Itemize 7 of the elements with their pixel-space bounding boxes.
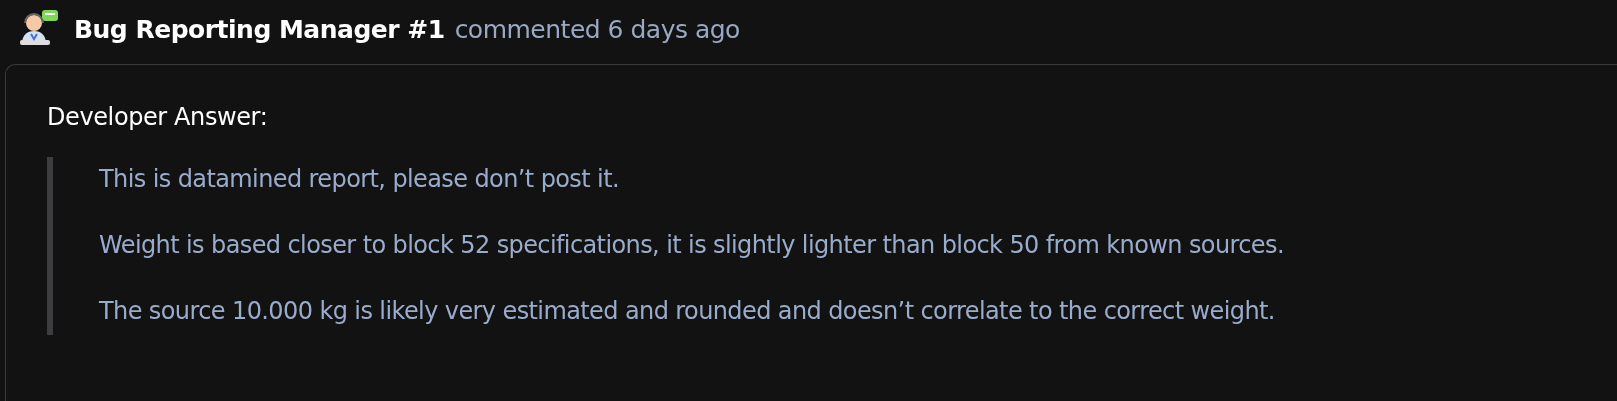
quote-paragraph: The source 10.000 kg is likely very estimated and rounded and doesn’t correlate to the correct weight. xyxy=(99,296,1276,327)
quote-paragraph: This is datamined report, please don’t post it. xyxy=(99,164,620,195)
comment-timestamp: commented 6 days ago xyxy=(454,14,740,44)
support-agent-icon xyxy=(20,10,60,48)
quote-paragraph: Weight is based closer to block 52 specifications, it is slightly lighter than block 50 from known sources. xyxy=(99,230,1285,261)
answer-heading: Developer Answer: xyxy=(47,103,269,131)
author-name[interactable]: Bug Reporting Manager #1 xyxy=(74,14,445,44)
